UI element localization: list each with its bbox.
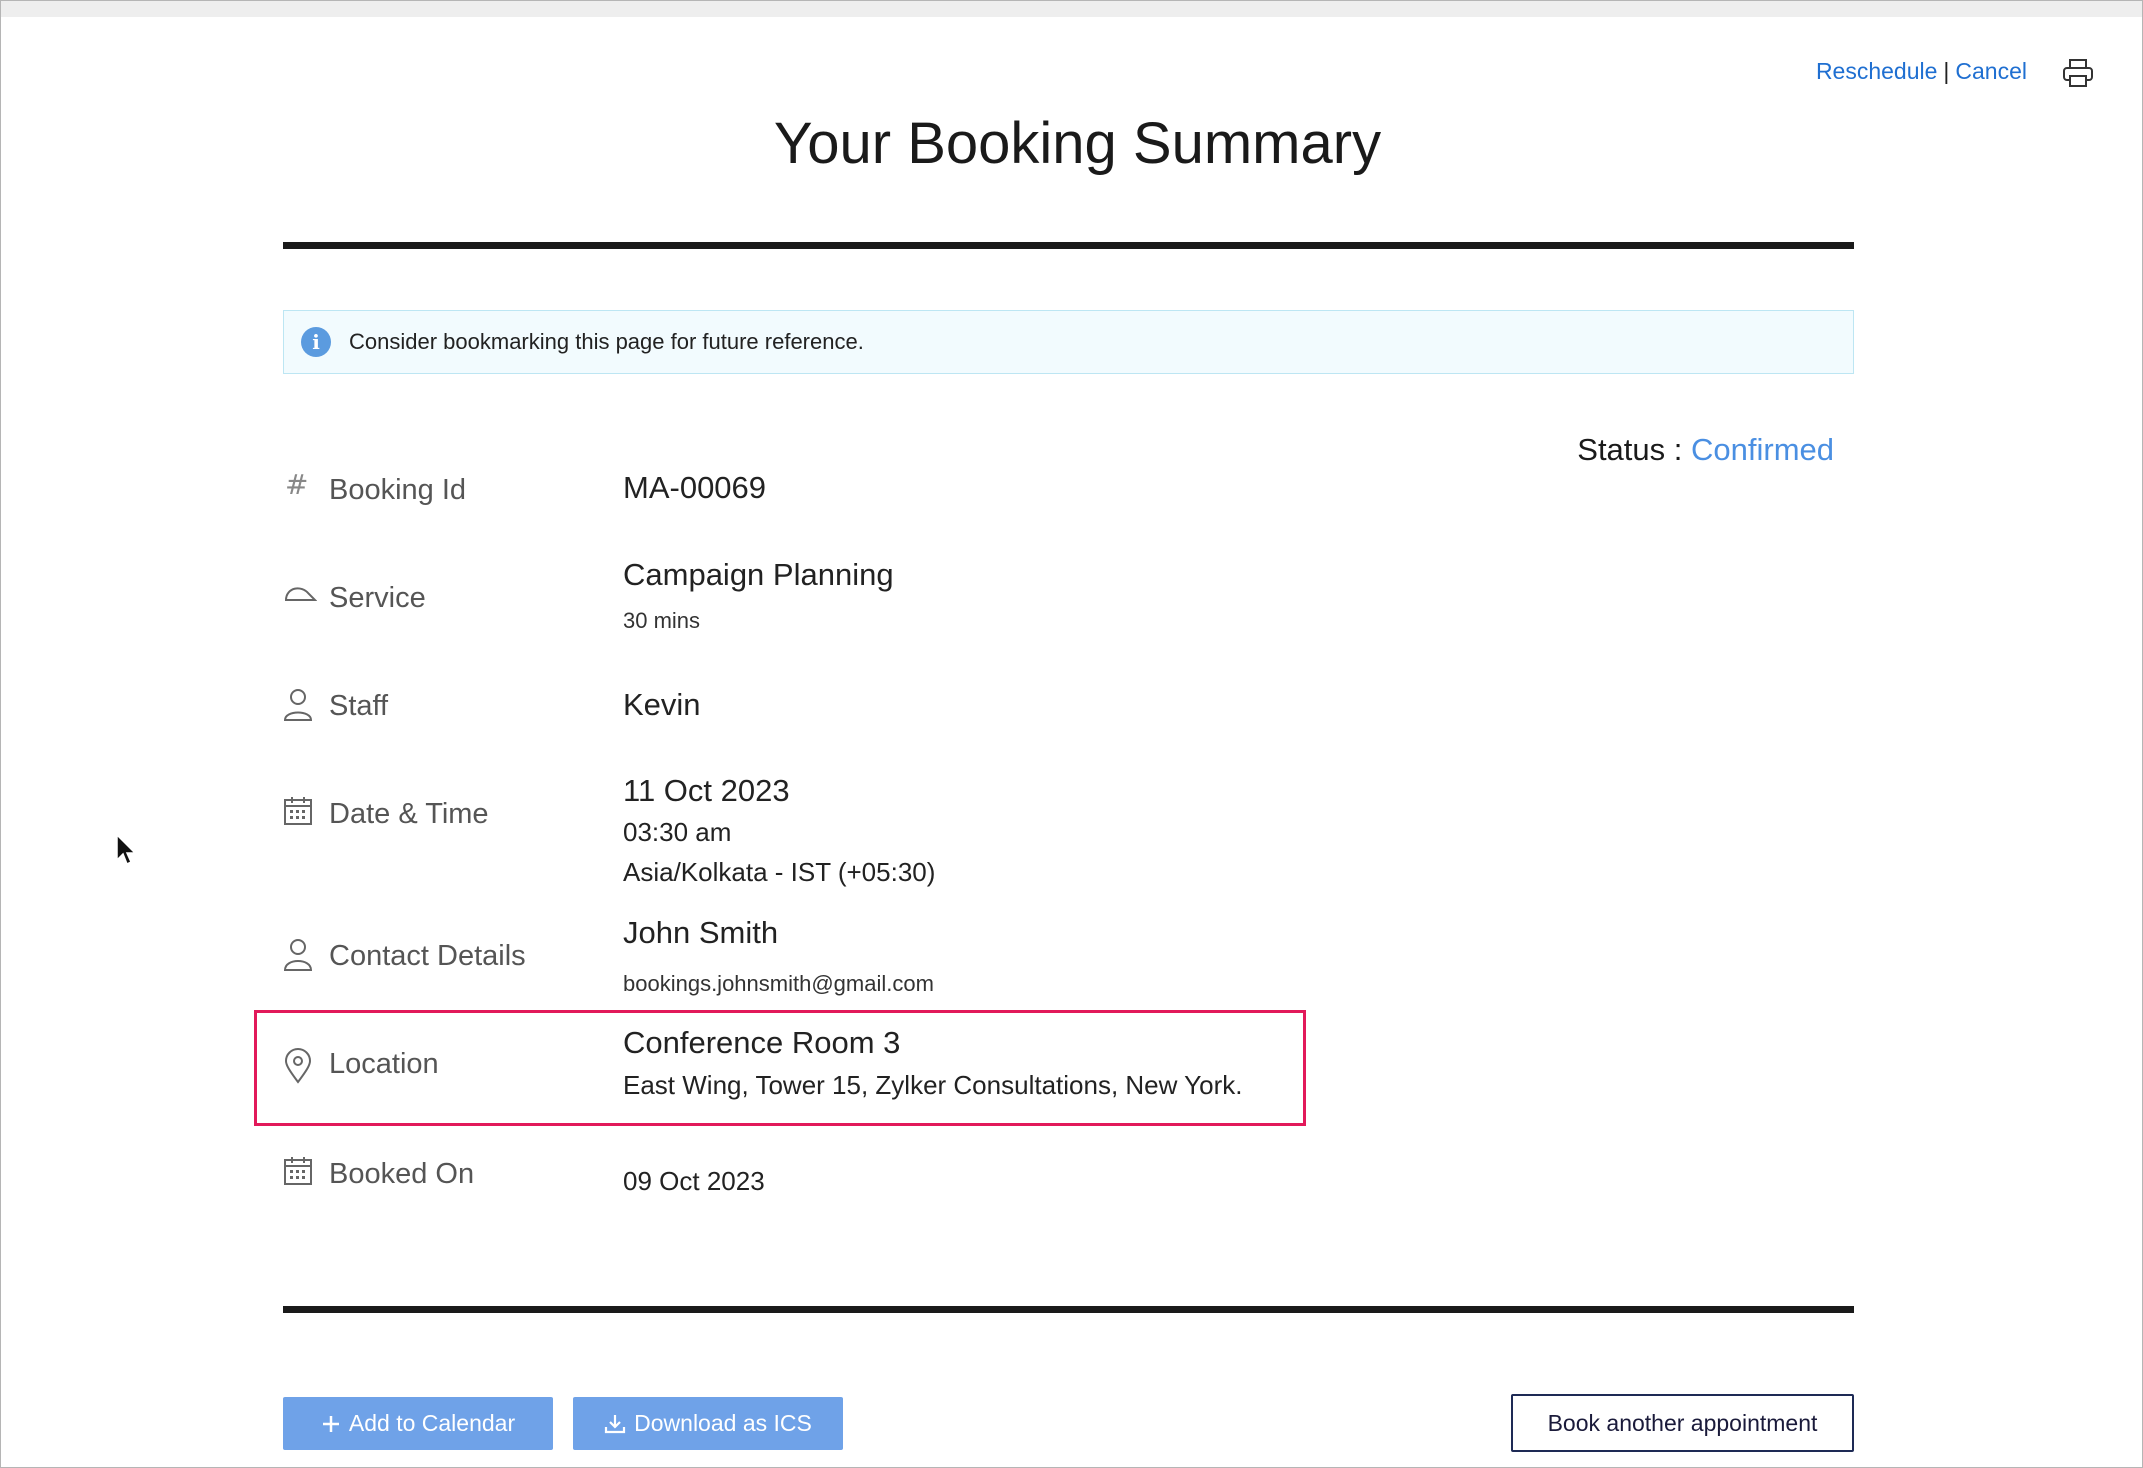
- status-value: Confirmed: [1691, 432, 1834, 467]
- download-ics-button[interactable]: Download as ICS: [573, 1397, 843, 1450]
- location-highlight-box: [254, 1010, 1306, 1126]
- booking-status: Status : Confirmed: [1577, 432, 1834, 468]
- booking-time: 03:30 am: [623, 817, 732, 847]
- bottom-divider: [283, 1306, 1854, 1313]
- top-band: [1, 1, 2142, 17]
- booking-id-label: Booking Id: [329, 474, 467, 506]
- booked-on-label: Booked On: [329, 1158, 475, 1190]
- user-icon: [283, 938, 313, 971]
- staff-label: Staff: [329, 690, 389, 722]
- download-ics-label: Download as ICS: [634, 1410, 812, 1436]
- link-separator: |: [1943, 58, 1950, 84]
- service-cap-icon: [283, 580, 318, 612]
- calendar-icon: [283, 796, 313, 828]
- reschedule-link[interactable]: Reschedule: [1816, 58, 1937, 84]
- top-divider: [283, 242, 1854, 249]
- contact-email: bookings.johnsmith@gmail.com: [623, 971, 934, 996]
- download-icon: [604, 1413, 626, 1435]
- service-value: Campaign Planning: [623, 557, 894, 592]
- booking-id-value: MA-00069: [623, 470, 767, 505]
- add-to-calendar-label: Add to Calendar: [348, 1410, 516, 1436]
- svg-text:#: #: [285, 470, 308, 501]
- service-label: Service: [329, 582, 426, 614]
- printer-icon[interactable]: [2062, 58, 2094, 88]
- booking-timezone: Asia/Kolkata - IST (+05:30): [623, 857, 936, 887]
- bookmark-notice: i Consider bookmarking this page for fut…: [283, 310, 1854, 374]
- page-title: Your Booking Summary: [773, 111, 1382, 176]
- cancel-link[interactable]: Cancel: [1955, 58, 2027, 84]
- header-links: Reschedule | Cancel: [1816, 58, 2027, 85]
- mouse-cursor-icon: [116, 833, 138, 870]
- page-frame: [0, 0, 2143, 1468]
- info-icon: i: [301, 327, 331, 357]
- contact-name: John Smith: [623, 915, 779, 950]
- date-time-label: Date & Time: [329, 798, 489, 830]
- booking-date: 11 Oct 2023: [623, 773, 790, 808]
- service-duration: 30 mins: [623, 608, 701, 633]
- contact-details-label: Contact Details: [329, 940, 526, 972]
- book-another-appointment-button[interactable]: Book another appointment: [1511, 1394, 1854, 1452]
- staff-value: Kevin: [623, 687, 701, 722]
- booked-on-value: 09 Oct 2023: [623, 1166, 765, 1196]
- staff-person-icon: [283, 688, 313, 721]
- notice-text: Consider bookmarking this page for futur…: [349, 329, 864, 354]
- add-to-calendar-button[interactable]: Add to Calendar: [283, 1397, 553, 1450]
- calendar-icon: [283, 1156, 313, 1188]
- plus-icon: [321, 1414, 341, 1434]
- hash-icon: #: [283, 468, 313, 502]
- status-label: Status :: [1577, 432, 1683, 467]
